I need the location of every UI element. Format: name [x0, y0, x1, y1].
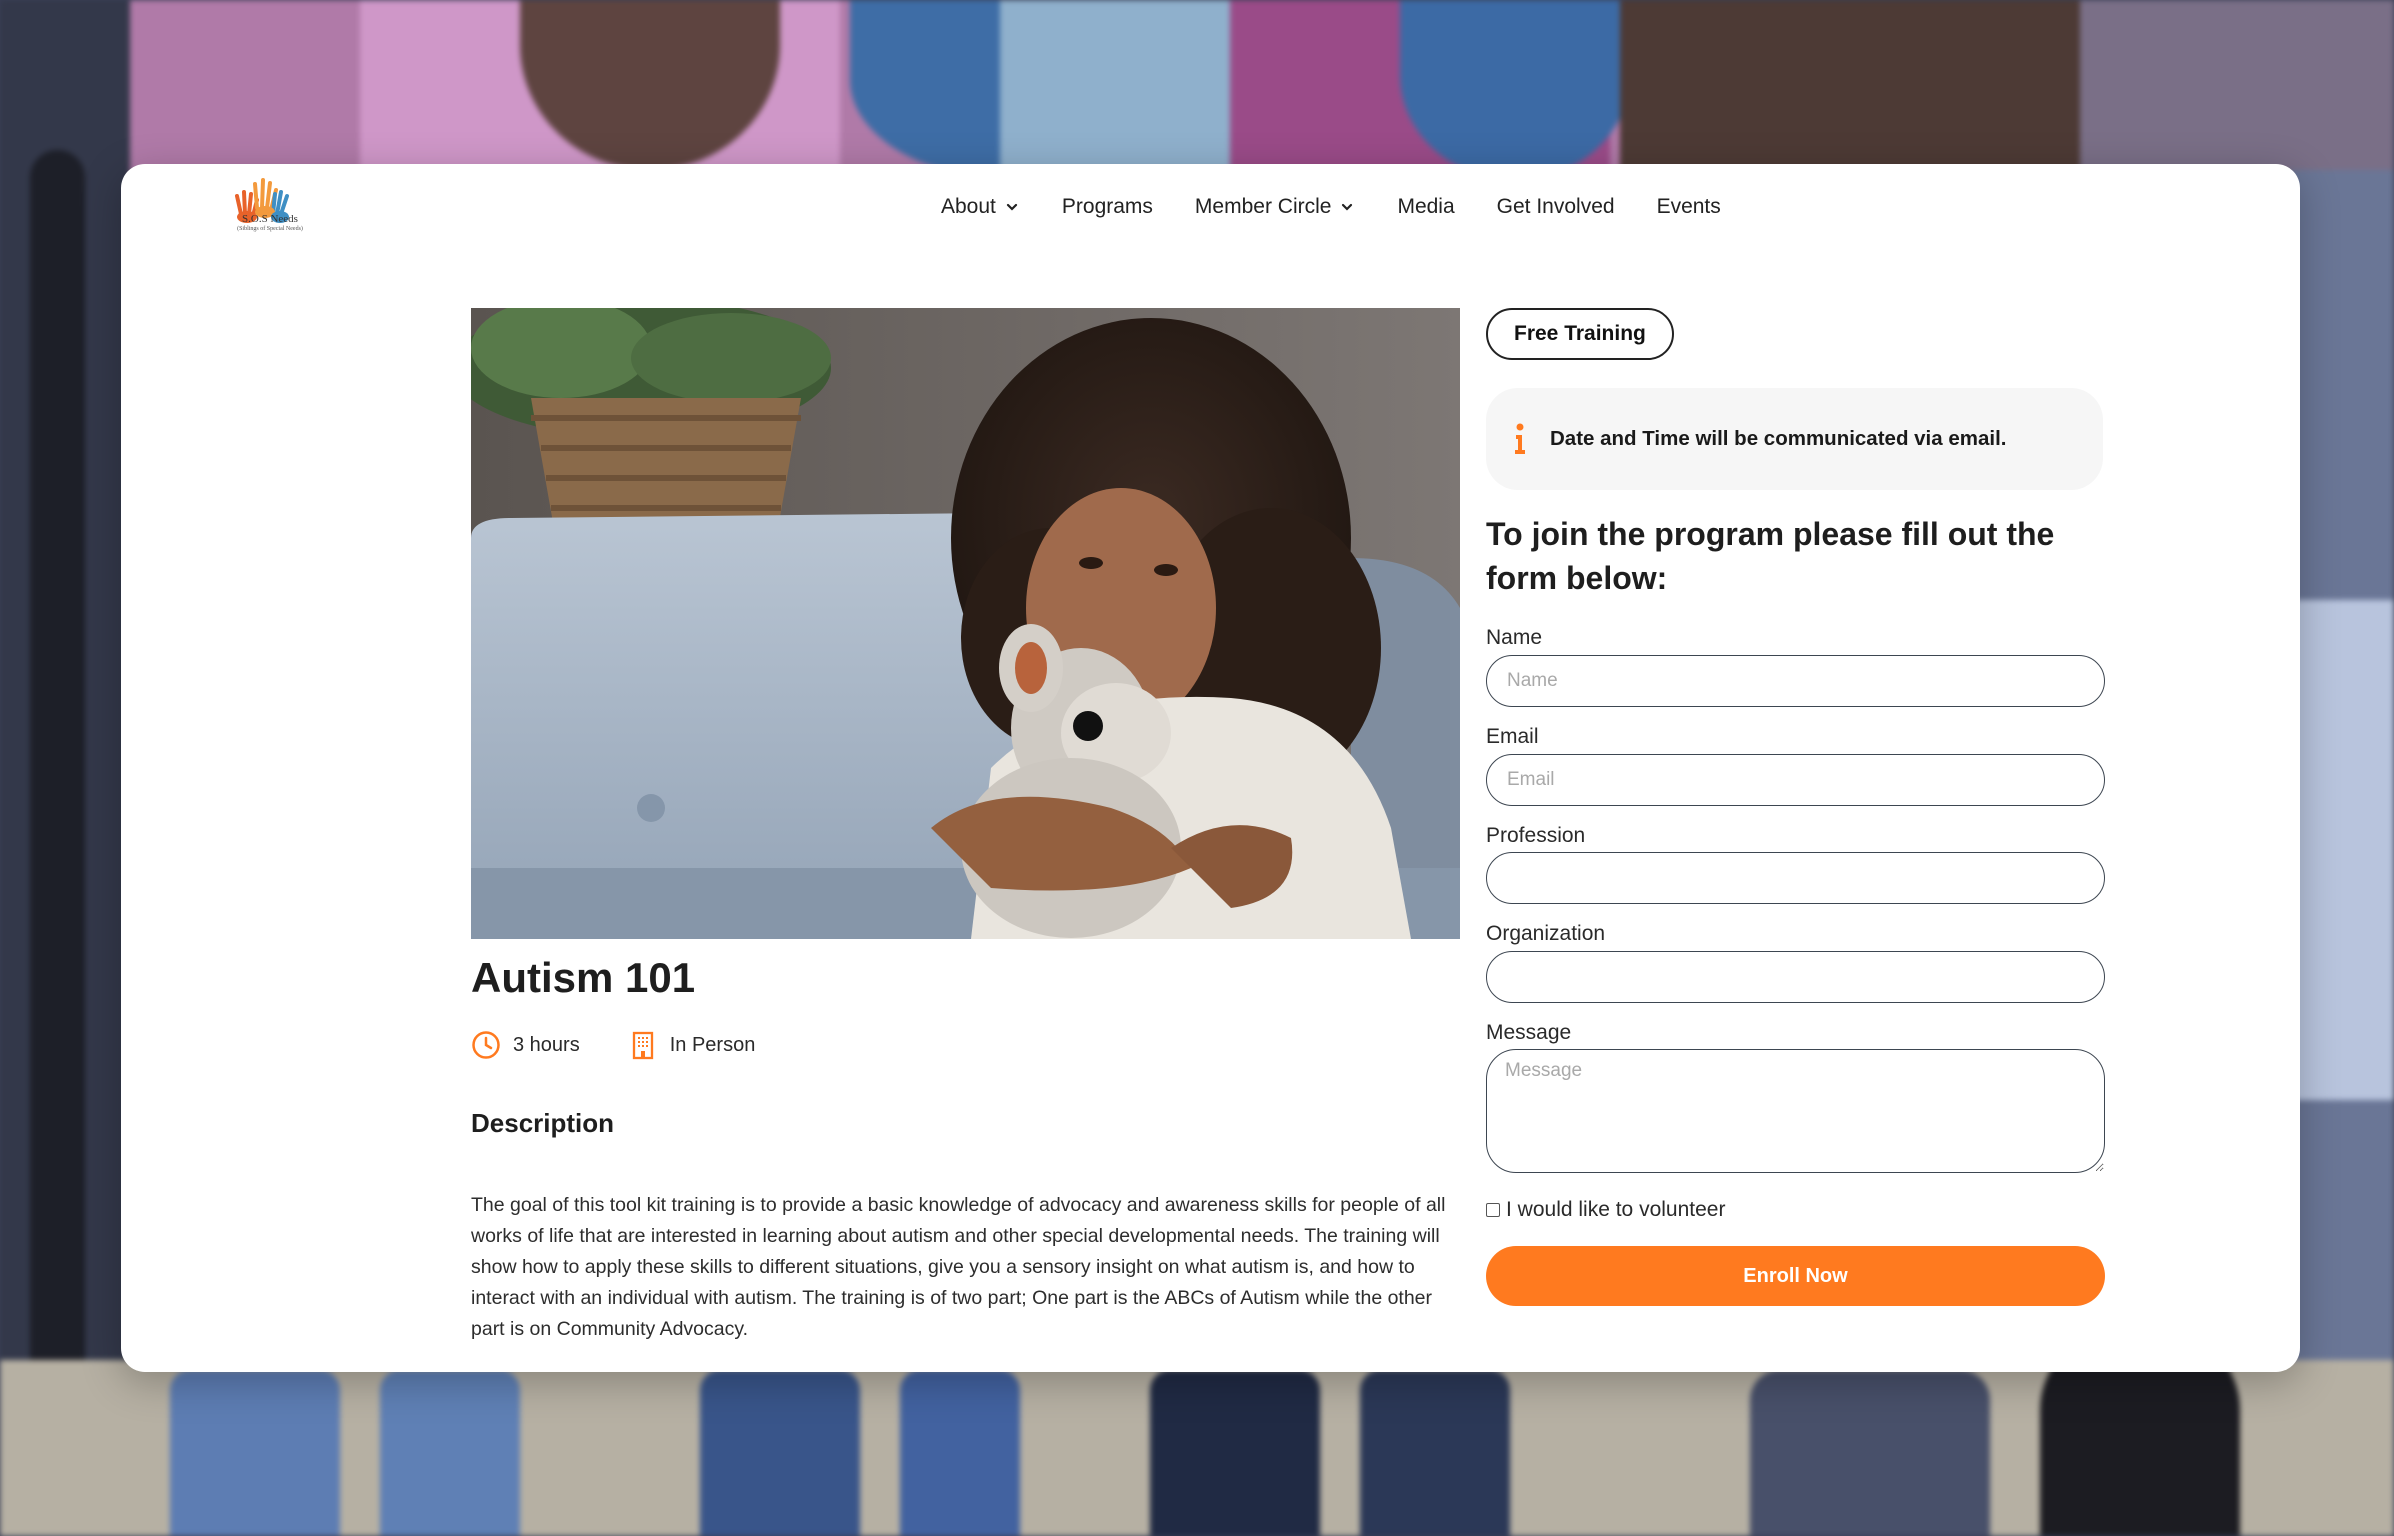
nav-label: Get Involved — [1496, 195, 1615, 218]
program-hero-image — [471, 308, 1460, 939]
hero-photo-girl-with-teddy-bear — [471, 308, 1460, 939]
clock-icon — [472, 1031, 500, 1059]
organization-label: Organization — [1486, 922, 1606, 945]
name-input[interactable] — [1486, 655, 2105, 707]
email-label: Email — [1486, 725, 1539, 748]
description-heading: Description — [471, 1108, 615, 1138]
message-label: Message — [1486, 1021, 1572, 1044]
name-label: Name — [1486, 626, 1543, 649]
duration-info: 3 hours — [471, 1030, 580, 1060]
format-info: In Person — [628, 1030, 756, 1060]
logo-text: S.O.S Needs — [242, 213, 298, 225]
schedule-notice: Date and Time will be communicated via e… — [1486, 388, 2103, 490]
email-input[interactable] — [1486, 754, 2105, 806]
nav-label: Events — [1656, 195, 1721, 218]
nav-label: About — [941, 195, 996, 218]
form-heading: To join the program please fill out the … — [1486, 516, 2055, 596]
profession-input[interactable] — [1486, 852, 2105, 904]
page-card: S.O.S Needs (Siblings of Special Needs) … — [121, 164, 2300, 1372]
nav-item-media[interactable]: Media — [1397, 195, 1454, 219]
chevron-down-icon — [1342, 203, 1353, 211]
enroll-now-button[interactable]: Enroll Now — [1486, 1246, 2105, 1306]
nav-label: Media — [1397, 195, 1455, 218]
notice-text: Date and Time will be communicated via e… — [1550, 427, 2007, 450]
organization-input[interactable] — [1486, 951, 2105, 1003]
nav-label: Member Circle — [1194, 195, 1332, 218]
nav-label: Programs — [1061, 195, 1153, 218]
profession-label: Profession — [1486, 824, 1586, 847]
nav-item-events[interactable]: Events — [1657, 195, 1721, 219]
nav-item-get-involved[interactable]: Get Involved — [1497, 195, 1615, 219]
building-icon — [632, 1031, 653, 1060]
duration-text: 3 hours — [513, 1033, 580, 1056]
volunteer-checkbox[interactable] — [1486, 1203, 1500, 1217]
nav-item-member-circle[interactable]: Member Circle — [1195, 195, 1356, 219]
volunteer-option[interactable]: I would like to volunteer — [1486, 1198, 1725, 1222]
chevron-down-icon — [1006, 203, 1017, 211]
info-icon — [1515, 423, 1525, 454]
program-meta: 3 hours In Person — [471, 1030, 755, 1060]
logo-tagline: (Siblings of Special Needs) — [237, 226, 303, 232]
volunteer-label: I would like to volunteer — [1506, 1198, 1726, 1221]
nav-item-programs[interactable]: Programs — [1062, 195, 1153, 219]
nav-item-about[interactable]: About — [941, 195, 1020, 219]
program-title: Autism 101 — [471, 954, 696, 1001]
free-training-badge: Free Training — [1486, 308, 1674, 360]
description-text: The goal of this tool kit training is to… — [471, 1194, 1446, 1340]
main-nav: About Programs Member Circle Media Get I… — [941, 192, 1721, 222]
message-textarea[interactable] — [1486, 1049, 2105, 1173]
format-text: In Person — [669, 1033, 756, 1056]
